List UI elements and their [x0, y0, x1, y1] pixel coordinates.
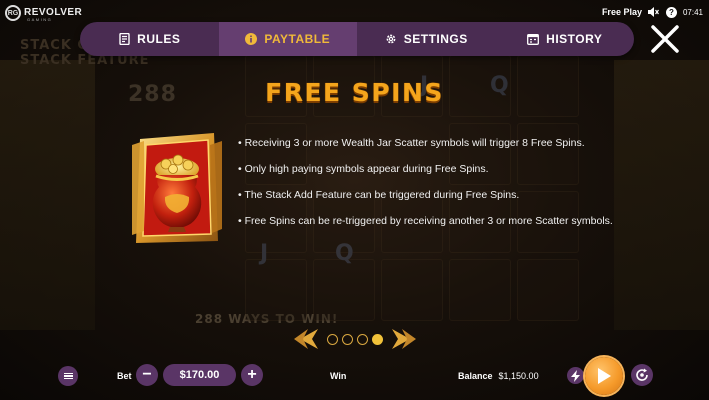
autoplay-icon	[636, 368, 648, 381]
clock-time: 07:41	[682, 7, 703, 17]
list-item: • Free Spins can be re-triggered by rece…	[238, 215, 613, 227]
gear-icon	[385, 33, 397, 45]
page-dot-2[interactable]	[342, 333, 353, 345]
tab-rules[interactable]: RULES	[80, 22, 219, 56]
bet-label: Bet	[117, 371, 132, 381]
page-dots	[327, 333, 383, 345]
sound-icon[interactable]	[648, 6, 660, 18]
chevron-left-icon	[294, 329, 318, 349]
tab-paytable[interactable]: PAYTABLE	[218, 22, 357, 56]
brand-logo-mark: RG	[5, 5, 21, 21]
page-title: FREE SPINS	[265, 78, 444, 107]
turbo-button[interactable]	[567, 367, 584, 384]
play-icon	[598, 368, 611, 384]
help-icon[interactable]: ?	[665, 6, 677, 18]
hamburger-icon	[63, 372, 73, 381]
tab-settings-label: SETTINGS	[403, 32, 468, 46]
win-label: Win	[330, 371, 347, 381]
list-item: • Only high paying symbols appear during…	[238, 163, 489, 175]
spin-button[interactable]	[585, 357, 623, 395]
page-dot-1[interactable]	[327, 333, 338, 345]
page-pager	[292, 326, 418, 352]
free-spins-rules-list: • Receiving 3 or more Wealth Jar Scatter…	[238, 137, 658, 241]
balance-value: $1,150.00	[498, 371, 539, 381]
book-icon	[118, 33, 130, 45]
previous-page-button[interactable]	[294, 328, 320, 350]
status-bar: Free Play ? 07:41	[602, 6, 703, 18]
tab-settings[interactable]: SETTINGS	[357, 22, 496, 56]
chevron-right-icon	[392, 329, 416, 349]
wealth-jar-scatter-icon	[132, 131, 222, 246]
info-nav-tabs: RULES PAYTABLE SETTINGS HISTORY	[80, 22, 634, 56]
close-icon	[651, 25, 679, 53]
page-dot-4[interactable]	[372, 333, 383, 345]
bet-amount: $170.00	[163, 364, 236, 386]
lightning-icon	[571, 369, 580, 382]
increase-bet-button[interactable]: +	[241, 364, 263, 386]
list-item: • Receiving 3 or more Wealth Jar Scatter…	[238, 137, 585, 149]
tab-rules-label: RULES	[137, 32, 181, 46]
next-page-button[interactable]	[390, 328, 416, 350]
tab-history-label: HISTORY	[546, 32, 603, 46]
brand-logo-subtext: GAMING	[27, 17, 53, 22]
info-icon	[245, 33, 258, 45]
decrease-bet-button[interactable]: −	[136, 364, 158, 386]
balance-label: Balance	[458, 371, 493, 381]
balance-display: Balance $1,150.00	[458, 371, 539, 381]
close-button[interactable]	[648, 22, 682, 56]
autoplay-button[interactable]	[631, 364, 653, 386]
calendar-icon	[527, 33, 540, 45]
tab-paytable-label: PAYTABLE	[264, 32, 331, 46]
page-dot-3[interactable]	[357, 333, 368, 345]
menu-button[interactable]	[58, 366, 78, 386]
brand-logo: RG REVOLVER GAMING	[5, 5, 82, 22]
list-item: • The Stack Add Feature can be triggered…	[238, 189, 520, 201]
play-mode-label: Free Play	[601, 7, 642, 17]
tab-history[interactable]: HISTORY	[496, 22, 635, 56]
